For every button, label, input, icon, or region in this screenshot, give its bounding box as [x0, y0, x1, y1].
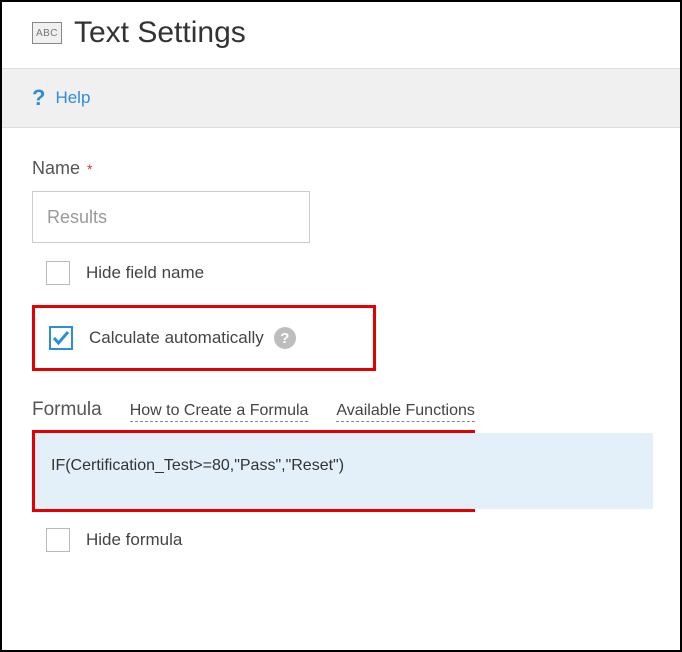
calc-auto-row[interactable]: Calculate automatically ? — [49, 326, 363, 350]
hide-field-name-checkbox[interactable] — [46, 261, 70, 285]
required-mark: * — [87, 161, 92, 177]
page-title: Text Settings — [74, 16, 246, 50]
calc-auto-checkbox[interactable] — [49, 326, 73, 350]
calc-auto-label: Calculate automatically — [89, 328, 264, 348]
help-link[interactable]: Help — [55, 88, 90, 108]
info-icon[interactable]: ? — [274, 327, 296, 349]
formula-header: Formula How to Create a Formula Availabl… — [32, 399, 650, 422]
settings-header: ABC Text Settings — [2, 2, 680, 69]
hide-formula-label: Hide formula — [86, 530, 182, 550]
name-label: Name * — [32, 158, 650, 179]
name-input[interactable] — [32, 191, 310, 243]
hide-formula-row[interactable]: Hide formula — [46, 528, 650, 552]
hide-field-name-row[interactable]: Hide field name — [46, 261, 650, 285]
help-icon: ? — [32, 87, 45, 109]
functions-link[interactable]: Available Functions — [336, 402, 474, 422]
hide-formula-checkbox[interactable] — [46, 528, 70, 552]
form-area: Name * Hide field name Calculate automat… — [2, 128, 680, 552]
howto-link[interactable]: How to Create a Formula — [130, 402, 309, 422]
formula-title: Formula — [32, 399, 102, 421]
help-bar[interactable]: ? Help — [2, 69, 680, 128]
calc-auto-highlight: Calculate automatically ? — [32, 305, 376, 371]
formula-highlight: IF(Certification_Test>=80,"Pass","Reset"… — [32, 430, 475, 512]
text-field-icon: ABC — [32, 22, 62, 44]
formula-input[interactable]: IF(Certification_Test>=80,"Pass","Reset"… — [35, 433, 653, 509]
hide-field-name-label: Hide field name — [86, 263, 204, 283]
